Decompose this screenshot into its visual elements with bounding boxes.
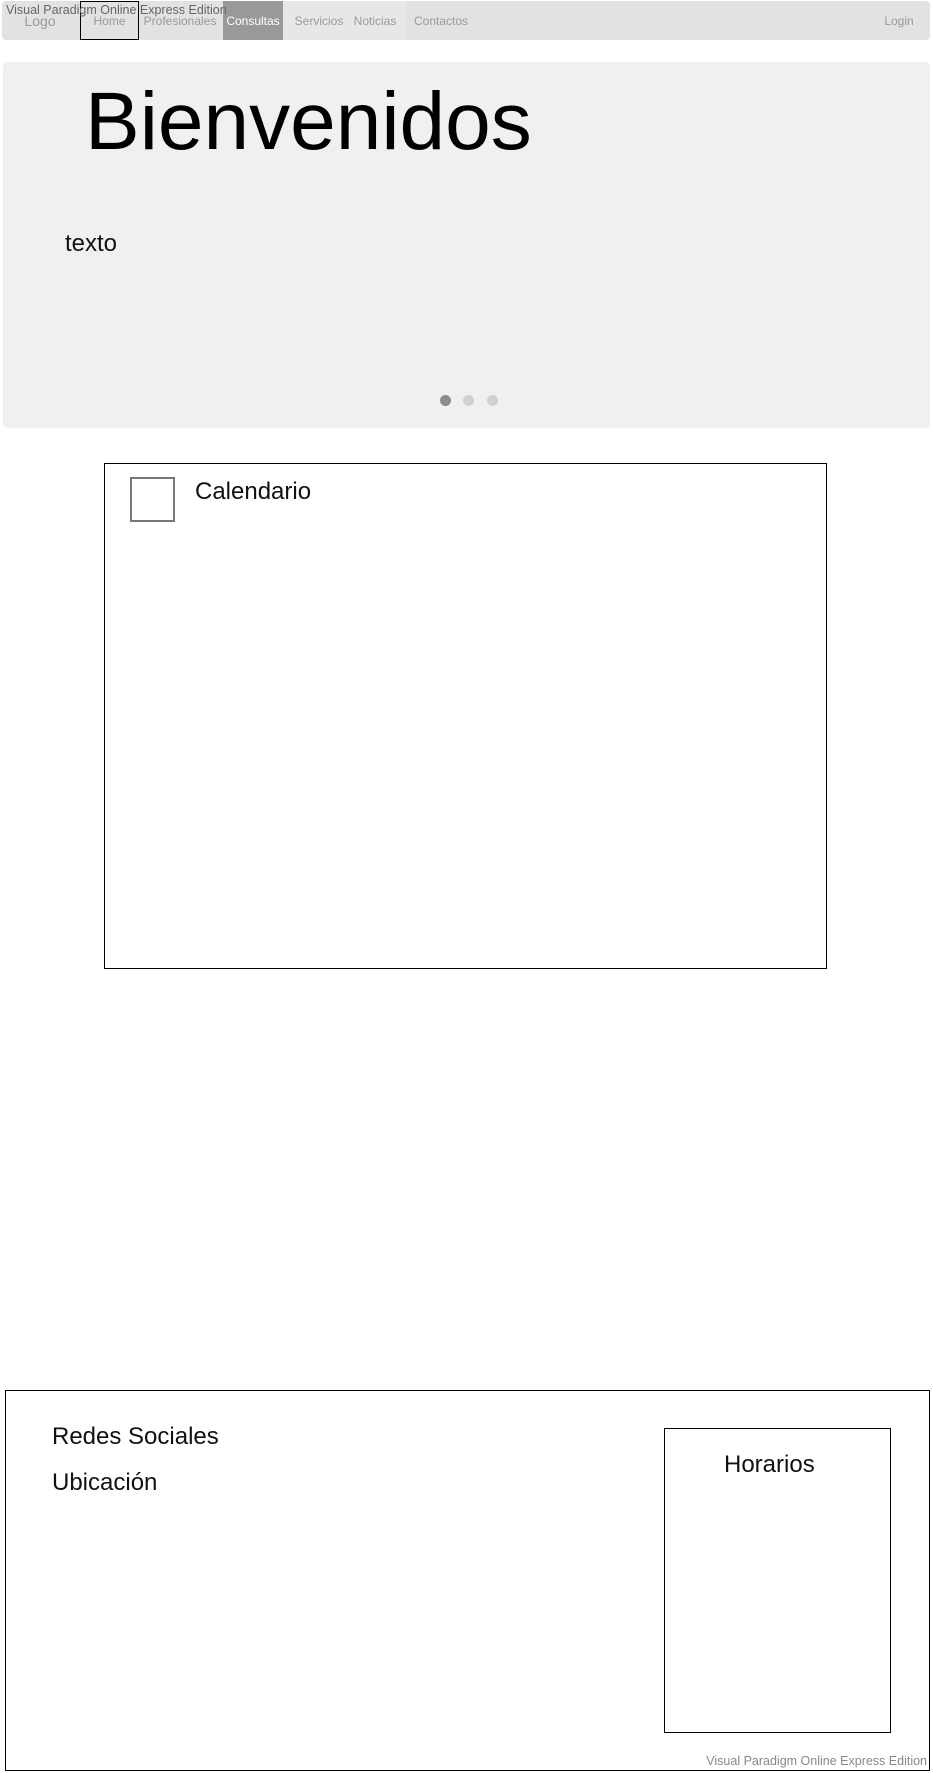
calendar-panel <box>104 463 827 969</box>
watermark-bottom: Visual Paradigm Online Express Edition <box>706 1754 927 1768</box>
nav-noticias[interactable]: Noticias <box>350 1 400 40</box>
calendar-icon <box>130 477 175 522</box>
footer-location[interactable]: Ubicación <box>52 1469 157 1497</box>
calendar-title: Calendario <box>195 478 312 505</box>
carousel-dot-2[interactable] <box>463 395 474 406</box>
footer-social-links[interactable]: Redes Sociales <box>52 1423 219 1451</box>
nav-contactos[interactable]: Contactos <box>412 1 470 40</box>
login-link[interactable]: Login <box>878 1 920 40</box>
carousel-dot-3[interactable] <box>487 395 498 406</box>
watermark: Visual Paradigm Online Express Edition <box>6 3 227 17</box>
nav-servicios[interactable]: Servicios <box>292 1 346 40</box>
hero-title: Bienvenidos <box>85 76 532 167</box>
hero-text: texto <box>65 230 118 257</box>
carousel-dot-1[interactable] <box>440 395 451 406</box>
nav-consultas[interactable]: Consultas <box>223 1 283 40</box>
hours-title: Horarios <box>724 1451 815 1478</box>
